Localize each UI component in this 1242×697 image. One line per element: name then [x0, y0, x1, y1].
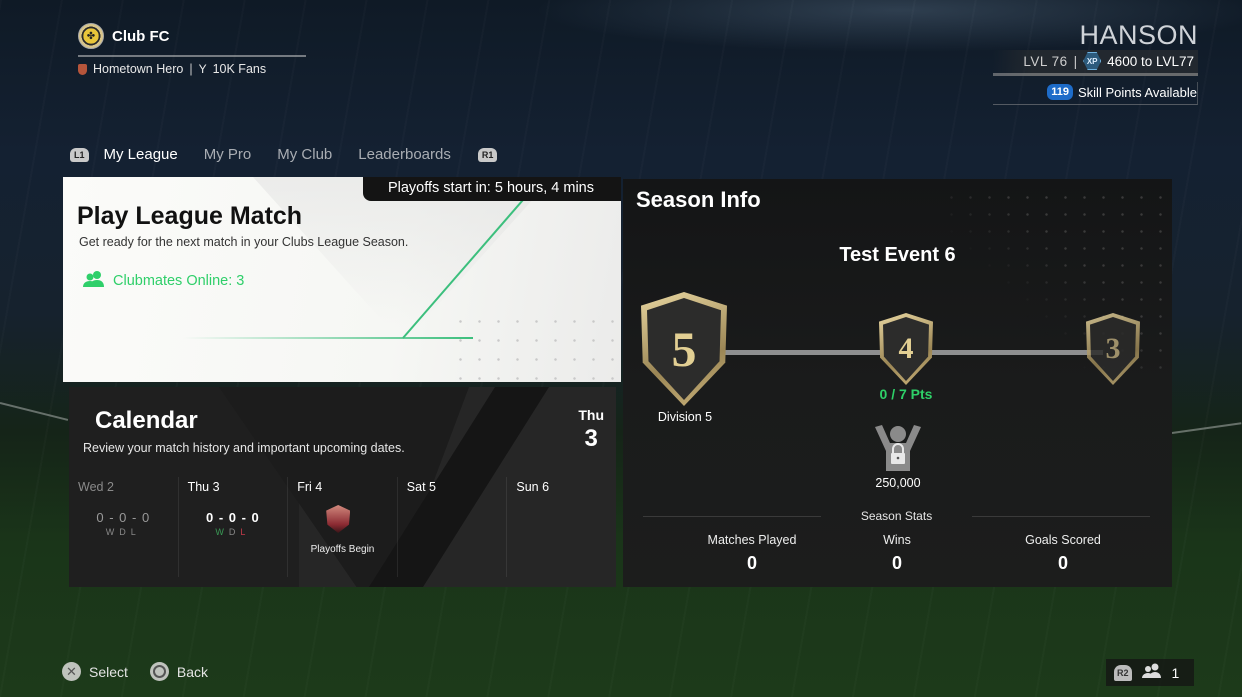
- divider: |: [1073, 53, 1078, 69]
- fan-reward-value: 250,000: [875, 476, 921, 490]
- stat-value: 0: [1057, 553, 1068, 573]
- player-name: HANSON: [1079, 20, 1198, 50]
- calendar-day: Thu 3 0 - 0 - 0 WDL: [177, 477, 288, 577]
- division-number: 5: [671, 321, 697, 377]
- wdl-legend: WDL: [179, 527, 288, 537]
- stat-matches-played: Matches Played 0: [672, 533, 832, 574]
- stat-goals-scored: Goals Scored 0: [983, 533, 1143, 574]
- losses-letter: L: [130, 527, 141, 537]
- xp-to-next-level: 4600 to LVL77: [1107, 53, 1194, 69]
- stat-value: 0: [746, 553, 757, 573]
- tab-my-pro[interactable]: My Pro: [204, 146, 252, 163]
- day-event: Playoffs Begin: [310, 544, 375, 555]
- wins-letter: W: [105, 527, 120, 537]
- pitch-line: [1171, 422, 1242, 434]
- current-division-label: Division 5: [657, 410, 713, 424]
- r2-trigger-icon: R2: [1114, 664, 1132, 681]
- club-name: Club FC: [112, 27, 170, 45]
- division-4-shield-icon: 4: [879, 313, 933, 385]
- club-fans: 10K Fans: [212, 62, 267, 76]
- people-icon: [1141, 663, 1162, 682]
- stat-label: Matches Played: [707, 533, 797, 547]
- draws-letter: D: [228, 527, 241, 537]
- play-league-match-description: Get ready for the next match in your Clu…: [79, 235, 409, 249]
- play-league-match-card[interactable]: Playoffs start in: 5 hours, 4 mins Play …: [63, 177, 621, 382]
- today-date: 3: [584, 425, 598, 452]
- footer-controls: ✕ Select Back: [62, 662, 208, 681]
- day-record: 0 - 0 - 0: [96, 510, 151, 525]
- club-crest-icon: ✤: [78, 23, 104, 49]
- calendar-today: Thu 3: [578, 407, 604, 453]
- clubmates-online-label: Clubmates Online: 3: [113, 273, 245, 289]
- division-points: 0 / 7 Pts: [879, 386, 933, 402]
- day-label: Sun 6: [516, 480, 550, 494]
- decorative-green-line: [183, 337, 473, 339]
- stat-label: Goals Scored: [1025, 533, 1101, 547]
- xp-icon: XP: [1083, 52, 1102, 70]
- calendar-days: Wed 2 0 - 0 - 0 WDL Thu 3 0 - 0 - 0 WDL …: [69, 477, 616, 577]
- today-weekday: Thu: [578, 407, 604, 423]
- pitch-line: [0, 402, 69, 421]
- play-league-match-title: Play League Match: [77, 202, 303, 230]
- calendar-day: Sun 6: [506, 477, 616, 577]
- locked-fan-reward-icon: [872, 423, 924, 473]
- day-label: Fri 4: [297, 480, 323, 494]
- skill-points-row: 119 Skill Points Available: [993, 82, 1198, 105]
- calendar-day: Sat 5: [396, 477, 507, 577]
- calendar-title: Calendar: [95, 407, 198, 434]
- people-icon: [83, 270, 105, 292]
- divider: |: [189, 62, 193, 76]
- wins-letter: W: [215, 527, 229, 537]
- cross-button-icon: ✕: [62, 662, 81, 681]
- calendar-card[interactable]: Calendar Review your match history and i…: [69, 387, 616, 587]
- level-row: LVL 76 | XP 4600 to LVL77: [993, 50, 1198, 76]
- losses-letter: L: [240, 527, 251, 537]
- tab-my-club[interactable]: My Club: [277, 146, 332, 163]
- stat-value: 0: [891, 553, 902, 573]
- calendar-day: Wed 2 0 - 0 - 0 WDL: [69, 477, 178, 577]
- divider: [972, 515, 1151, 517]
- stat-label: Wins: [883, 533, 911, 547]
- division-number: 3: [1105, 332, 1121, 365]
- divider: [643, 515, 821, 517]
- player-level: LVL 76: [1023, 53, 1068, 69]
- calendar-day: Fri 4 Playoffs Begin: [287, 477, 397, 577]
- day-label: Sat 5: [406, 480, 436, 494]
- stat-wins: Wins 0: [817, 533, 977, 574]
- calendar-description: Review your match history and important …: [83, 441, 405, 455]
- day-record: 0 - 0 - 0: [205, 510, 260, 525]
- tab-my-league[interactable]: My League: [104, 146, 178, 163]
- skill-points-label: Skill Points Available: [1078, 84, 1197, 100]
- playoffs-timer: Playoffs start in: 5 hours, 4 mins: [362, 177, 621, 201]
- draws-letter: D: [119, 527, 131, 537]
- select-button[interactable]: Select: [89, 664, 128, 680]
- r1-bumper-icon[interactable]: R1: [477, 147, 498, 162]
- event-name: Test Event 6: [839, 244, 956, 266]
- club-header: ✤ Club FC Hometown Hero | Y 10K Fans: [78, 23, 306, 76]
- circle-button-icon: [149, 662, 169, 681]
- main-tabs: L1 My League My Pro My Club Leaderboards…: [70, 146, 498, 163]
- player-header: HANSON LVL 76 | XP 4600 to LVL77 119 Ski…: [993, 20, 1198, 105]
- day-label: Wed 2: [78, 480, 114, 494]
- season-stats-title: Season Stats: [860, 509, 933, 523]
- party-button[interactable]: R2 1: [1106, 659, 1194, 686]
- day-label: Thu 3: [187, 480, 220, 494]
- club-badge-label: Hometown Hero: [93, 62, 184, 76]
- back-button[interactable]: Back: [177, 664, 208, 680]
- division-number: 4: [898, 332, 914, 365]
- clubmates-online: Clubmates Online: 3: [83, 270, 244, 292]
- fans-icon: Y: [198, 62, 207, 76]
- division-5-shield-icon: 5: [641, 292, 727, 406]
- season-info-title: Season Info: [636, 187, 761, 212]
- l1-bumper-icon[interactable]: L1: [70, 147, 89, 162]
- season-stats-header: Season Stats: [643, 509, 1151, 523]
- shield-badge-icon: [78, 63, 87, 75]
- season-info-card[interactable]: Season Info Test Event 6 5 4 3 Division …: [623, 179, 1172, 587]
- wdl-legend: WDL: [69, 527, 178, 537]
- party-count: 1: [1171, 664, 1180, 681]
- decorative-dots: [451, 312, 621, 382]
- playoffs-trophy-icon: [326, 505, 351, 533]
- skill-points-count: 119: [1047, 84, 1073, 100]
- tab-leaderboards[interactable]: Leaderboards: [358, 146, 451, 163]
